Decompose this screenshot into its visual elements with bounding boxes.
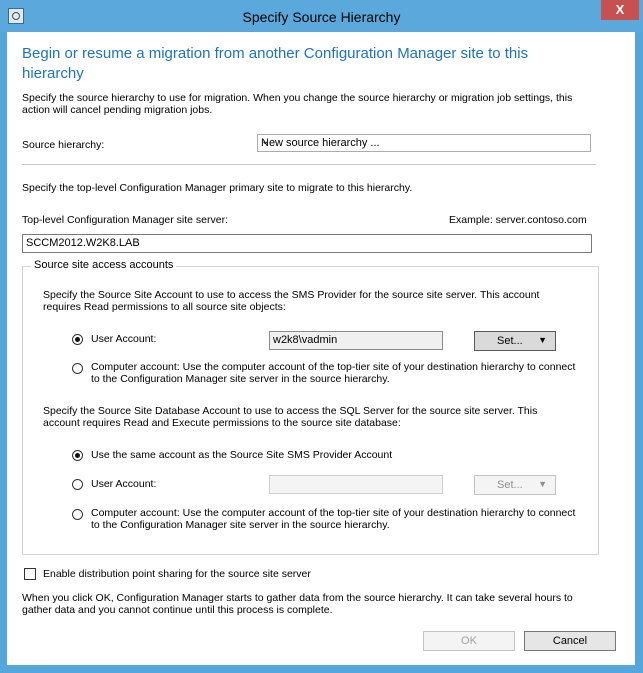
distribution-sharing-checkbox[interactable]: [24, 568, 36, 580]
chevron-down-icon: ▼: [538, 479, 547, 489]
intro-text: Specify the source hierarchy to use for …: [22, 92, 573, 116]
sms-provider-intro: Specify the Source Site Account to use t…: [43, 289, 540, 313]
page-heading: Begin or resume a migration from another…: [22, 45, 529, 82]
chevron-down-icon: ▼: [538, 335, 547, 345]
database-user-account-radio[interactable]: [72, 479, 83, 490]
database-account-intro: Specify the Source Site Database Account…: [43, 405, 538, 429]
close-button[interactable]: X: [601, 0, 639, 20]
source-hierarchy-label: Source hierarchy:: [22, 139, 105, 151]
sms-set-button[interactable]: Set... ▼: [474, 331, 556, 351]
server-label: Top-level Configuration Manager site ser…: [22, 214, 229, 226]
sms-user-account-label: User Account:: [91, 333, 157, 345]
title-bar[interactable]: Specify Source Hierarchy X: [0, 0, 643, 32]
ok-button[interactable]: OK: [423, 631, 515, 651]
database-user-account-label: User Account:: [91, 478, 157, 490]
ok-note: When you click OK, Configuration Manager…: [22, 592, 573, 616]
same-account-radio[interactable]: [72, 450, 83, 461]
group-title: Source site access accounts: [31, 259, 177, 271]
source-site-access-accounts-group: Source site access accounts Specify the …: [22, 259, 599, 555]
sms-user-account-radio[interactable]: [72, 334, 83, 345]
sms-computer-account-radio[interactable]: [72, 363, 83, 374]
site-server-input[interactable]: SCCM2012.W2K8.LAB: [22, 234, 592, 253]
sms-set-label: Set...: [497, 335, 523, 347]
server-example: Example: server.contoso.com: [449, 214, 587, 226]
sms-user-account-input[interactable]: w2k8\vadmin: [269, 331, 443, 350]
distribution-sharing-label: Enable distribution point sharing for th…: [43, 568, 311, 580]
cancel-button[interactable]: Cancel: [524, 631, 616, 651]
top-level-intro: Specify the top-level Configuration Mana…: [22, 182, 413, 194]
source-hierarchy-select[interactable]: New source hierarchy ... ⌄: [257, 134, 591, 152]
database-computer-account-text: Computer account: Use the computer accou…: [91, 507, 576, 531]
dialog-client: Begin or resume a migration from another…: [7, 32, 635, 665]
window-title: Specify Source Hierarchy: [242, 9, 401, 25]
sms-computer-account-text: Computer account: Use the computer accou…: [91, 361, 576, 385]
section-separator: [22, 164, 596, 165]
chevron-down-icon: ⌄: [261, 136, 270, 147]
database-set-button[interactable]: Set... ▼: [474, 475, 556, 495]
same-account-label: Use the same account as the Source Site …: [91, 449, 393, 461]
database-user-account-input[interactable]: [269, 475, 443, 494]
database-computer-account-radio[interactable]: [72, 509, 83, 520]
dialog-window: Specify Source Hierarchy X Begin or resu…: [0, 0, 643, 673]
database-set-label: Set...: [497, 479, 523, 491]
